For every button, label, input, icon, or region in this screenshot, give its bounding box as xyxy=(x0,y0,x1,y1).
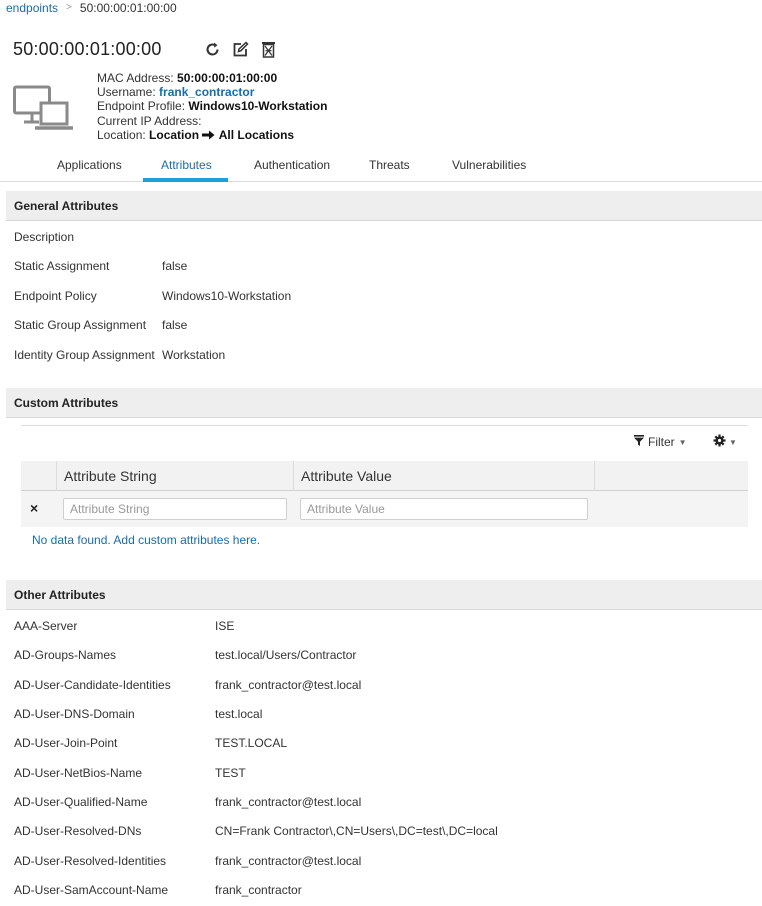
tab-vulnerabilities[interactable]: Vulnerabilities xyxy=(452,158,526,172)
other-key: AD-User-NetBios-Name xyxy=(14,766,143,780)
other-value: ISE xyxy=(215,619,235,633)
other-value: CN=Frank Contractor\,CN=Users\,DC=test\,… xyxy=(215,824,498,838)
general-value: false xyxy=(162,259,188,273)
page-title: 50:00:00:01:00:00 xyxy=(13,39,162,59)
general-value: false xyxy=(162,318,188,332)
arrow-right-icon xyxy=(202,129,215,143)
other-attributes-header: Other Attributes xyxy=(6,580,762,610)
column-attribute-string[interactable]: Attribute String xyxy=(57,461,294,491)
location-from: Location xyxy=(149,127,200,142)
tab-bar: Applications Attributes Authentication T… xyxy=(0,151,762,182)
other-key: AD-User-Candidate-Identities xyxy=(14,678,171,692)
other-value: TEST.LOCAL xyxy=(215,736,288,750)
filter-label: Filter xyxy=(648,435,675,449)
divider xyxy=(21,425,748,426)
custom-attribute-edit-row: × xyxy=(21,491,748,527)
custom-attributes-grid-header: Attribute String Attribute Value xyxy=(21,461,748,491)
other-key: AD-User-SamAccount-Name xyxy=(14,883,169,897)
username-link[interactable]: frank_contractor xyxy=(159,85,254,99)
breadcrumb: endpoints > 50:00:00:01:00:00 xyxy=(6,1,177,15)
mac-address-value: 50:00:00:01:00:00 xyxy=(177,71,278,85)
other-key: AD-User-Qualified-Name xyxy=(14,795,148,809)
username-row: Username: frank_contractor xyxy=(97,85,255,100)
general-key: Static Assignment xyxy=(14,259,110,273)
mac-address-row: MAC Address: 50:00:00:01:00:00 xyxy=(97,71,278,85)
trash-icon[interactable] xyxy=(260,40,278,58)
other-value: test.local/Users/Contractor xyxy=(215,648,357,662)
endpoint-details-page: endpoints > 50:00:00:01:00:00 50:00:00:0… xyxy=(0,0,762,906)
gear-icon xyxy=(713,434,726,450)
edit-icon[interactable] xyxy=(232,40,250,58)
breadcrumb-endpoints-link[interactable]: endpoints xyxy=(6,1,58,15)
other-value: frank_contractor xyxy=(215,883,302,897)
other-key: AD-Groups-Names xyxy=(14,648,117,662)
other-key: AD-User-DNS-Domain xyxy=(14,707,135,721)
endpoint-profile-row: Endpoint Profile: Windows10-Workstation xyxy=(97,99,328,114)
remove-row-icon[interactable]: × xyxy=(30,500,38,516)
general-key: Static Group Assignment xyxy=(14,318,147,332)
active-tab-indicator xyxy=(143,178,228,182)
general-value: Windows10-Workstation xyxy=(162,289,292,303)
attribute-string-input[interactable] xyxy=(63,498,287,520)
other-value: frank_contractor@test.local xyxy=(215,795,362,809)
other-key: AD-User-Resolved-DNs xyxy=(14,824,142,838)
tab-attributes[interactable]: Attributes xyxy=(161,158,212,172)
breadcrumb-separator: > xyxy=(66,2,72,13)
breadcrumb-current: 50:00:00:01:00:00 xyxy=(79,1,177,15)
settings-dropdown[interactable]: ▼ xyxy=(713,434,737,450)
filter-dropdown[interactable]: Filter ▼ xyxy=(634,435,687,449)
other-value: frank_contractor@test.local xyxy=(215,854,362,868)
other-value: test.local xyxy=(215,707,263,721)
other-value: TEST xyxy=(215,766,246,780)
title-actions xyxy=(204,40,278,58)
computer-icon xyxy=(13,84,75,132)
location-to: All Locations xyxy=(218,127,295,142)
other-key: AAA-Server xyxy=(14,619,78,633)
tab-authentication[interactable]: Authentication xyxy=(254,158,330,172)
general-key: Description xyxy=(14,230,75,244)
grid-select-column xyxy=(21,461,57,491)
location-row: Location: Location All Locations xyxy=(97,127,295,143)
tab-applications[interactable]: Applications xyxy=(57,158,122,172)
filter-icon xyxy=(634,435,644,449)
chevron-down-icon: ▼ xyxy=(678,437,687,447)
chevron-down-icon: ▼ xyxy=(729,437,737,447)
general-key: Identity Group Assignment xyxy=(14,348,155,362)
endpoint-profile-value: Windows10-Workstation xyxy=(188,99,328,114)
refresh-icon[interactable] xyxy=(204,40,222,58)
tab-threats[interactable]: Threats xyxy=(369,158,410,172)
general-key: Endpoint Policy xyxy=(14,289,97,303)
other-key: AD-User-Join-Point xyxy=(14,736,118,750)
other-key: AD-User-Resolved-Identities xyxy=(14,854,167,868)
column-attribute-value[interactable]: Attribute Value xyxy=(294,461,595,491)
general-attributes-header: General Attributes xyxy=(6,191,762,221)
current-ip-row: Current IP Address: xyxy=(97,113,202,128)
attribute-value-input[interactable] xyxy=(300,498,588,520)
add-custom-attributes-link[interactable]: No data found. Add custom attributes her… xyxy=(32,533,260,547)
general-value: Workstation xyxy=(162,348,226,362)
endpoint-summary: MAC Address: 50:00:00:01:00:00 Username:… xyxy=(97,71,327,143)
other-value: frank_contractor@test.local xyxy=(215,678,362,692)
custom-attributes-header: Custom Attributes xyxy=(6,388,762,418)
title-row: 50:00:00:01:00:00 xyxy=(13,39,278,59)
